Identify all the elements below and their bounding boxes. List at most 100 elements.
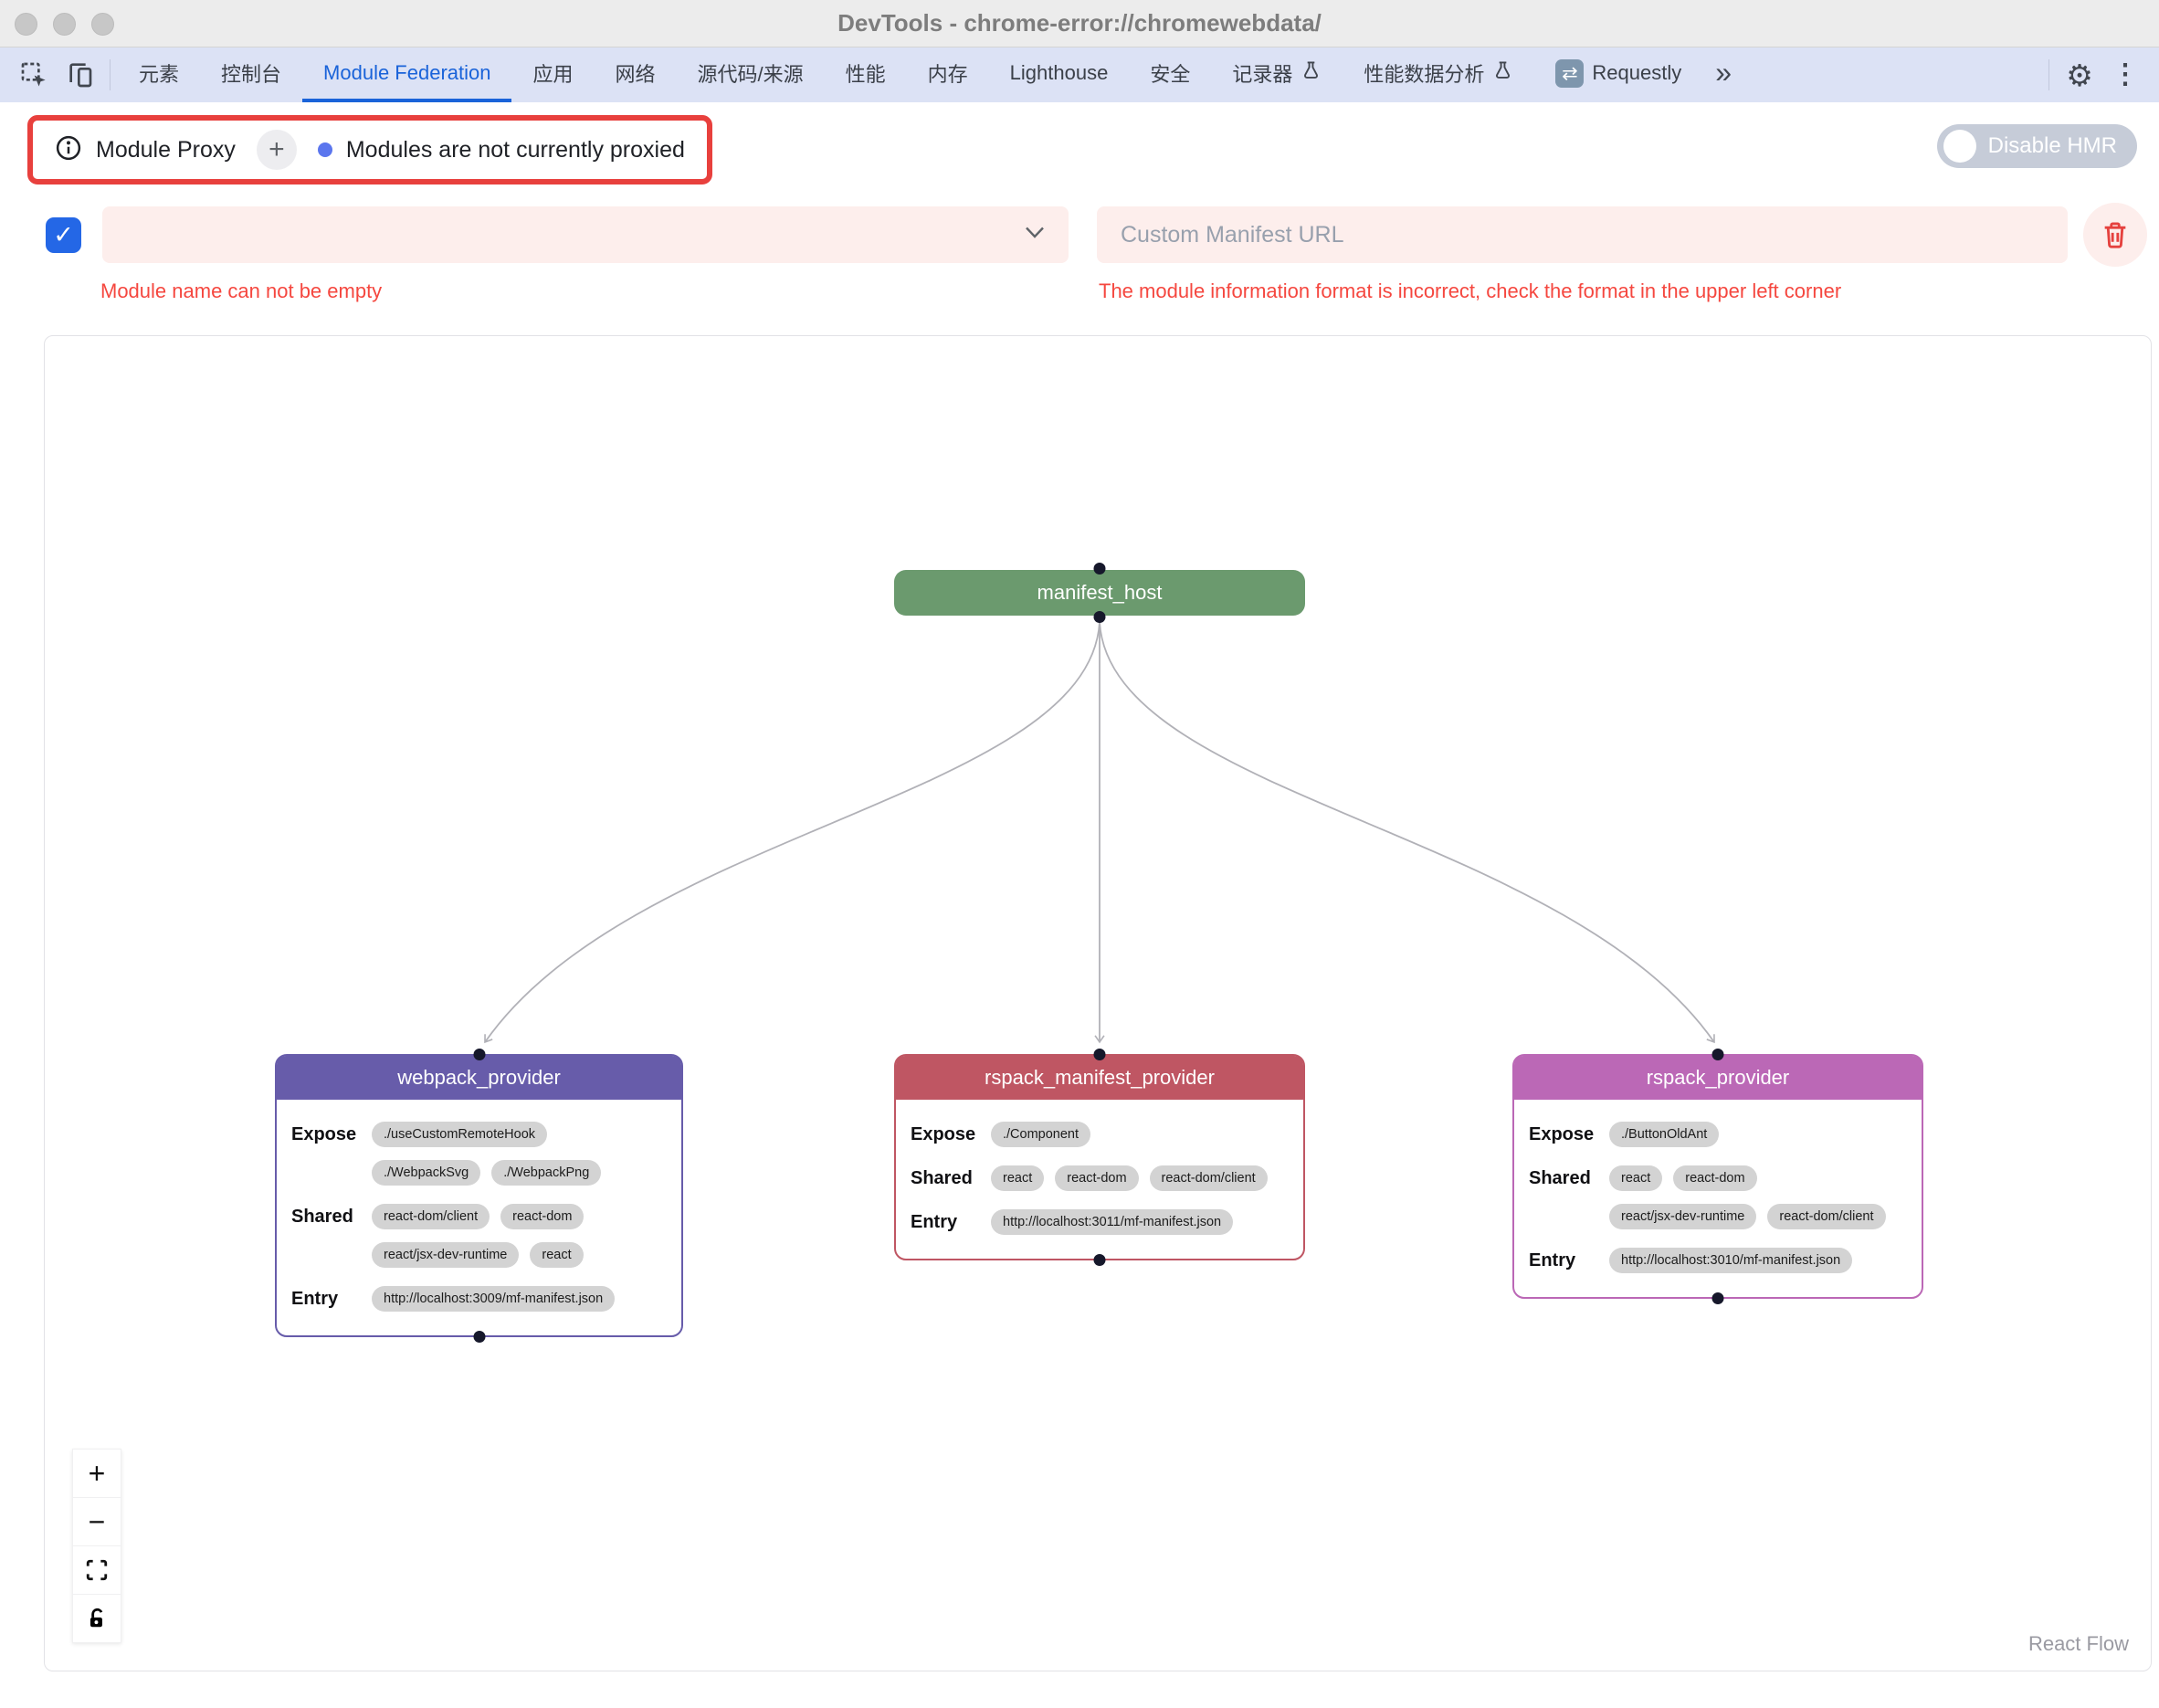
manifest-format-error: The module information format is incorre… (1099, 279, 1841, 303)
tab-performance[interactable]: 性能 (825, 47, 907, 102)
disable-hmr-toggle[interactable]: Disable HMR (1937, 124, 2137, 168)
add-proxy-button[interactable]: + (257, 130, 297, 170)
settings-gear-icon[interactable]: ⚙ (2057, 53, 2102, 97)
module-name-error: Module name can not be empty (100, 279, 382, 303)
shared-tag: react (530, 1242, 583, 1268)
shared-tag: react-dom/client (372, 1204, 490, 1229)
tab-security[interactable]: 安全 (1129, 47, 1211, 102)
tab-memory[interactable]: 内存 (907, 47, 989, 102)
node-handle[interactable] (1094, 563, 1106, 575)
expose-tag: ./useCustomRemoteHook (372, 1122, 547, 1147)
reactflow-attribution[interactable]: React Flow (2028, 1632, 2129, 1656)
reactflow-controls: + − (72, 1450, 121, 1643)
proxy-status-text: Modules are not currently proxied (346, 137, 685, 163)
close-window-icon[interactable] (15, 13, 37, 36)
requestly-icon: ⇄ (1555, 59, 1584, 88)
shared-tag: react/jsx-dev-runtime (1609, 1204, 1756, 1229)
node-handle[interactable] (1712, 1292, 1724, 1304)
row-label: Entry (911, 1209, 991, 1235)
validation-errors: Module name can not be empty The module … (0, 279, 2159, 311)
node-title: rspack_manifest_provider (896, 1056, 1303, 1100)
flask-icon (1301, 60, 1322, 87)
info-icon[interactable] (55, 134, 82, 166)
zoom-in-button[interactable]: + (72, 1449, 121, 1498)
module-enabled-checkbox[interactable]: ✓ (46, 217, 81, 253)
tab-performance-insights[interactable]: 性能数据分析 (1343, 47, 1534, 102)
disable-hmr-label: Disable HMR (1988, 133, 2117, 159)
more-tabs-chevron-icon[interactable]: » (1702, 56, 1744, 95)
toggle-knob (1943, 130, 1976, 163)
shared-tag: react (991, 1165, 1044, 1191)
kebab-menu-icon[interactable]: ⋮ (2102, 53, 2148, 97)
module-name-select[interactable] (102, 206, 1069, 263)
module-proxy-title: Module Proxy (96, 137, 236, 163)
entry-row: Entry http://localhost:3009/mf-manifest.… (291, 1286, 667, 1312)
tabbar-right-actions: ⚙ ⋮ (2041, 53, 2148, 97)
proxy-status-dot-icon (318, 142, 332, 157)
tabbar-divider (110, 59, 111, 90)
node-handle[interactable] (473, 1331, 485, 1343)
flask-icon (1492, 60, 1513, 87)
shared-tag: react-dom/client (1767, 1204, 1885, 1229)
fit-view-button[interactable] (72, 1545, 121, 1595)
expose-tag: ./WebpackSvg (372, 1160, 480, 1186)
entry-tag: http://localhost:3009/mf-manifest.json (372, 1286, 615, 1312)
tab-application[interactable]: 应用 (511, 47, 594, 102)
unlock-icon (85, 1607, 109, 1630)
inspect-element-icon[interactable] (11, 53, 57, 97)
row-label: Expose (291, 1122, 372, 1186)
row-label: Expose (911, 1122, 991, 1147)
node-rspack-provider[interactable]: rspack_provider Expose ./ButtonOldAnt Sh… (1512, 1054, 1923, 1299)
lock-toggle-button[interactable] (72, 1594, 121, 1643)
node-handle[interactable] (473, 1049, 485, 1060)
tab-console[interactable]: 控制台 (200, 47, 302, 102)
expose-row: Expose ./ButtonOldAnt (1529, 1122, 1907, 1147)
shared-row: Shared react react-dom react/jsx-dev-run… (1529, 1165, 1907, 1229)
entry-tag: http://localhost:3011/mf-manifest.json (991, 1209, 1233, 1235)
tab-sources[interactable]: 源代码/来源 (677, 47, 825, 102)
row-label: Shared (291, 1204, 372, 1268)
module-form-row: ✓ (46, 203, 2159, 267)
shared-tag: react-dom/client (1150, 1165, 1268, 1191)
zoom-window-icon[interactable] (91, 13, 114, 36)
node-title: rspack_provider (1514, 1056, 1922, 1100)
tab-network[interactable]: 网络 (595, 47, 677, 102)
module-proxy-row: Module Proxy + Modules are not currently… (0, 102, 2159, 185)
tab-module-federation[interactable]: Module Federation (302, 47, 511, 102)
tab-requestly[interactable]: ⇄ Requestly (1534, 47, 1702, 102)
node-webpack-provider[interactable]: webpack_provider Expose ./useCustomRemot… (275, 1054, 683, 1337)
tab-recorder[interactable]: 记录器 (1211, 47, 1343, 102)
devtools-tabs: 元素 控制台 Module Federation 应用 网络 源代码/来源 性能… (118, 47, 1744, 102)
devtools-tabbar: 元素 控制台 Module Federation 应用 网络 源代码/来源 性能… (0, 47, 2159, 102)
node-manifest-host[interactable]: manifest_host (894, 570, 1305, 616)
node-title: webpack_provider (277, 1056, 681, 1100)
node-handle[interactable] (1712, 1049, 1724, 1060)
minimize-window-icon[interactable] (53, 13, 76, 36)
expose-row: Expose ./useCustomRemoteHook ./WebpackSv… (291, 1122, 667, 1186)
node-handle[interactable] (1094, 1254, 1106, 1266)
device-toolbar-icon[interactable] (57, 53, 102, 97)
entry-row: Entry http://localhost:3011/mf-manifest.… (911, 1209, 1289, 1235)
node-handle[interactable] (1094, 611, 1106, 623)
expose-tag: ./WebpackPng (491, 1160, 601, 1186)
zoom-out-button[interactable]: − (72, 1497, 121, 1546)
tabbar-divider (2048, 59, 2049, 90)
delete-module-button[interactable] (2083, 203, 2147, 267)
node-rspack-manifest-provider[interactable]: rspack_manifest_provider Expose ./Compon… (894, 1054, 1305, 1260)
shared-row: Shared react react-dom react-dom/client (911, 1165, 1289, 1191)
traffic-lights (15, 0, 114, 47)
module-graph-canvas[interactable]: manifest_host webpack_provider Expose ./… (44, 335, 2152, 1671)
shared-tag: react-dom (1673, 1165, 1756, 1191)
tab-lighthouse[interactable]: Lighthouse (989, 47, 1130, 102)
expose-row: Expose ./Component (911, 1122, 1289, 1147)
custom-manifest-url-input[interactable] (1097, 206, 2068, 263)
row-label: Shared (1529, 1165, 1609, 1229)
node-handle[interactable] (1094, 1049, 1106, 1060)
tab-elements[interactable]: 元素 (118, 47, 200, 102)
edge-host-to-webpack-provider (485, 622, 1100, 1042)
entry-tag: http://localhost:3010/mf-manifest.json (1609, 1248, 1852, 1273)
shared-tag: react/jsx-dev-runtime (372, 1242, 519, 1268)
graph-edges (45, 336, 2153, 1672)
expose-tag: ./Component (991, 1122, 1090, 1147)
fit-view-icon (85, 1558, 109, 1582)
